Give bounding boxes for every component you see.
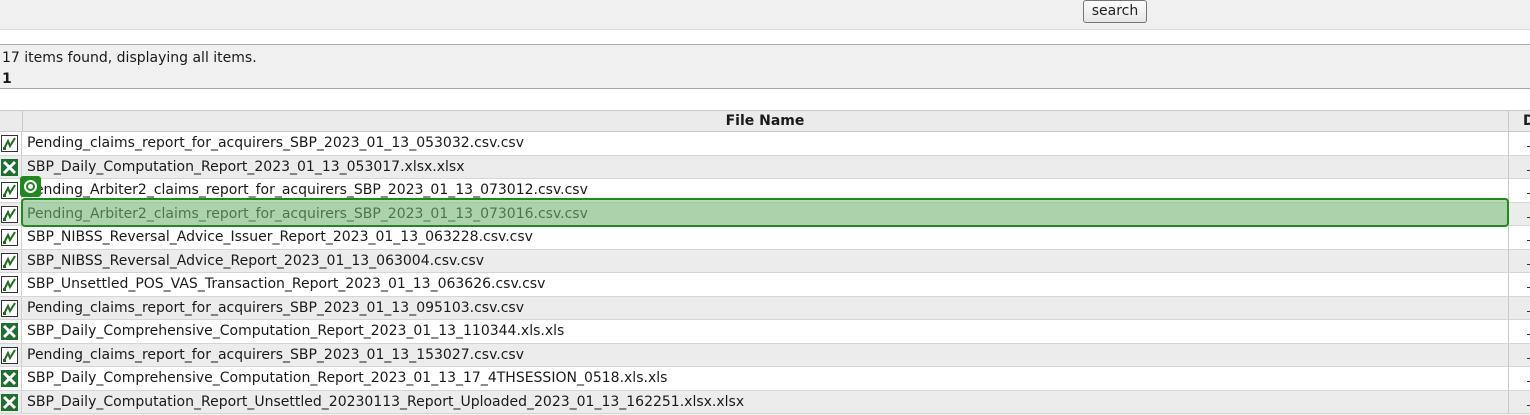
column-divider <box>21 296 22 319</box>
column-divider <box>21 367 22 390</box>
excel-file-icon <box>1 393 18 411</box>
results-summary: 17 items found, displaying all items. <box>2 50 257 66</box>
spacer <box>0 89 1530 110</box>
column-divider <box>1508 320 1509 343</box>
file-name-link[interactable]: SBP_Daily_Computation_Report_Unsettled_2… <box>27 391 744 414</box>
table-body: Pending_claims_report_for_acquirers_SBP_… <box>0 132 1530 414</box>
table-row[interactable]: Pending_claims_report_for_acquirers_SBP_… <box>0 343 1530 367</box>
table-header: File Name D <box>0 110 1530 132</box>
column-divider <box>21 202 22 225</box>
column-divider <box>1508 132 1509 155</box>
column-divider <box>1508 226 1509 249</box>
file-name-link[interactable]: SBP_Daily_Computation_Report_2023_01_13_… <box>27 156 465 179</box>
column-divider <box>1508 202 1509 225</box>
column-divider <box>21 343 22 366</box>
table-row[interactable]: Pending_Arbiter2_claims_report_for_acqui… <box>0 179 1530 203</box>
file-name-link[interactable]: SBP_Daily_Comprehensive_Computation_Repo… <box>27 367 667 390</box>
file-name-link[interactable]: Pending_claims_report_for_acquirers_SBP_… <box>27 344 524 367</box>
csv-file-icon <box>1 299 18 317</box>
csv-file-icon <box>1 229 18 246</box>
table-row[interactable]: Pending_Arbiter2_claims_report_for_acqui… <box>0 202 1530 226</box>
column-divider <box>1508 390 1509 413</box>
column-divider <box>21 320 22 343</box>
file-name-link[interactable]: SBP_Daily_Comprehensive_Computation_Repo… <box>27 320 564 343</box>
file-name-link[interactable]: SBP_NIBSS_Reversal_Advice_Report_2023_01… <box>27 250 484 273</box>
table-row[interactable]: SBP_Daily_Computation_Report_2023_01_13_… <box>0 155 1530 179</box>
excel-file-icon <box>1 370 18 387</box>
csv-file-icon <box>1 135 18 152</box>
table-row[interactable]: SBP_Daily_Comprehensive_Computation_Repo… <box>0 320 1530 344</box>
page-number-link[interactable]: 1 <box>2 71 12 87</box>
column-divider <box>21 226 22 249</box>
column-header-d[interactable]: D <box>1509 111 1530 132</box>
column-divider <box>1508 273 1509 296</box>
column-divider <box>1508 296 1509 319</box>
column-divider <box>1508 155 1509 178</box>
search-button[interactable]: search <box>1083 0 1147 23</box>
csv-file-icon <box>1 182 18 199</box>
file-name-link[interactable]: SBP_Unsettled_POS_VAS_Transaction_Report… <box>27 273 545 296</box>
table-row[interactable]: SBP_Daily_Computation_Report_Unsettled_2… <box>0 390 1530 414</box>
column-divider <box>1508 179 1509 202</box>
file-name-link[interactable]: Pending_claims_report_for_acquirers_SBP_… <box>27 132 524 155</box>
table-row[interactable]: Pending_claims_report_for_acquirers_SBP_… <box>0 132 1530 156</box>
excel-file-icon <box>1 323 18 340</box>
column-divider <box>21 249 22 272</box>
results-info-bar: 17 items found, displaying all items. 1 <box>0 44 1530 89</box>
column-divider <box>1508 343 1509 366</box>
csv-file-icon <box>1 346 18 364</box>
excel-file-icon <box>1 158 18 176</box>
table-row[interactable]: SBP_Unsettled_POS_VAS_Transaction_Report… <box>0 273 1530 297</box>
csv-file-icon <box>1 205 18 223</box>
table-row[interactable]: Pending_claims_report_for_acquirers_SBP_… <box>0 296 1530 320</box>
column-divider <box>21 132 22 155</box>
file-name-link[interactable]: Pending_Arbiter2_claims_report_for_acqui… <box>27 179 588 202</box>
icon-column-header <box>0 111 23 132</box>
spacer <box>0 30 1530 44</box>
column-divider <box>1508 367 1509 390</box>
file-name-link[interactable]: Pending_Arbiter2_claims_report_for_acqui… <box>27 203 588 226</box>
column-divider <box>21 155 22 178</box>
column-divider <box>21 273 22 296</box>
search-toolbar: search <box>0 0 1530 30</box>
file-name-link[interactable]: SBP_NIBSS_Reversal_Advice_Issuer_Report_… <box>27 226 533 249</box>
column-divider <box>21 390 22 413</box>
csv-file-icon <box>1 252 18 270</box>
file-name-link[interactable]: Pending_claims_report_for_acquirers_SBP_… <box>27 297 524 320</box>
table-row[interactable]: SBP_NIBSS_Reversal_Advice_Issuer_Report_… <box>0 226 1530 250</box>
column-divider <box>1508 249 1509 272</box>
csv-file-icon <box>1 276 18 293</box>
column-header-file-name[interactable]: File Name <box>22 111 1509 132</box>
table-row[interactable]: SBP_Daily_Comprehensive_Computation_Repo… <box>0 367 1530 391</box>
target-cursor-icon <box>20 176 41 197</box>
table-row[interactable]: SBP_NIBSS_Reversal_Advice_Report_2023_01… <box>0 249 1530 273</box>
file-table: File Name D Pending_claims_report_for_ac… <box>0 110 1530 414</box>
